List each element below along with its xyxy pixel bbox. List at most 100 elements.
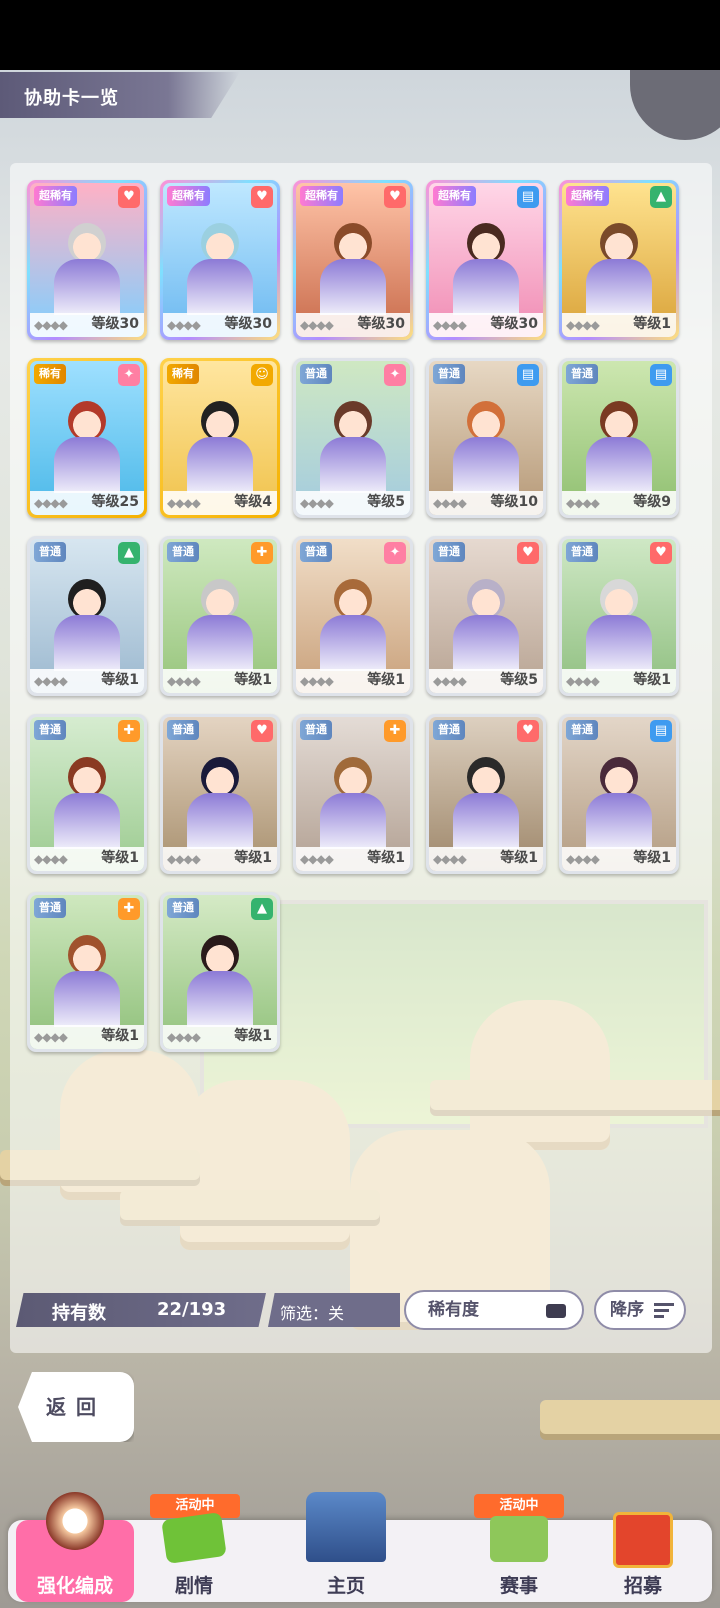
nav-story[interactable]: 活动中 剧情 [138,1494,250,1602]
sort-toggle-icon [546,1304,566,1318]
support-card[interactable]: 普通 ▤ ◆◆◆◆ 等级10 [426,358,546,518]
rarity-badge: 超稀有 [167,186,210,206]
nav-label: 主页 [326,1575,365,1597]
book-icon: ▤ [650,364,672,386]
support-card[interactable]: 普通 ✦ ◆◆◆◆ 等级1 [293,536,413,696]
cap-icon: ▲ [650,186,672,208]
card-level: 等级1 [367,672,405,688]
rarity-sort-button[interactable]: 稀有度 [404,1290,584,1330]
rarity-badge: 普通 [433,542,465,562]
card-level: 等级9 [633,494,671,510]
card-level: 等级5 [367,494,405,510]
book-icon: ▤ [517,364,539,386]
character-outfit [453,615,519,671]
card-level: 等级1 [101,850,139,866]
card-level: 等级10 [490,494,538,510]
character-outfit [54,793,120,849]
card-level: 等级1 [234,850,272,866]
character-portrait [334,223,372,263]
card-level: 等级30 [224,316,272,332]
nav-home[interactable]: 主页 [256,1492,436,1602]
limit-break-gems-icon: ◆◆◆◆ [566,852,600,866]
support-card[interactable]: 稀有 ✦ ◆◆◆◆ 等级25 [27,358,147,518]
nav-enhance[interactable]: 强化编成 [16,1492,134,1602]
support-card[interactable]: 普通 ▲ ◆◆◆◆ 等级1 [160,892,280,1052]
event-badge: 活动中 [150,1494,240,1518]
heart-icon: ♥ [650,542,672,564]
support-card[interactable]: 普通 ✚ ◆◆◆◆ 等级1 [27,714,147,874]
card-level: 等级1 [500,850,538,866]
limit-break-gems-icon: ◆◆◆◆ [34,1030,68,1044]
character-portrait [600,579,638,619]
card-level: 等级1 [367,850,405,866]
card-art: 超稀有 ♥ ◆◆◆◆ 等级30 [30,183,144,337]
limit-break-gems-icon: ◆◆◆◆ [167,852,201,866]
card-art: 普通 ▲ ◆◆◆◆ 等级1 [30,539,144,693]
card-art: 超稀有 ▤ ◆◆◆◆ 等级30 [429,183,543,337]
page-title: 协助卡一览 [24,88,119,109]
nav-label: 剧情 [174,1575,213,1597]
power-icon: ✚ [251,542,273,564]
card-art: 普通 ♥ ◆◆◆◆ 等级1 [562,539,676,693]
support-card[interactable]: 普通 ▤ ◆◆◆◆ 等级1 [559,714,679,874]
support-card[interactable]: 普通 ▲ ◆◆◆◆ 等级1 [27,536,147,696]
card-art: 稀有 ☺ ◆◆◆◆ 等级4 [163,361,277,515]
support-card[interactable]: 普通 ✚ ◆◆◆◆ 等级1 [27,892,147,1052]
rarity-badge: 普通 [34,898,66,918]
rarity-badge: 超稀有 [34,186,77,206]
card-level: 等级1 [234,672,272,688]
friend-icon: ☺ [251,364,273,386]
support-card[interactable]: 超稀有 ♥ ◆◆◆◆ 等级30 [160,180,280,340]
character-outfit [320,793,386,849]
character-portrait [600,401,638,441]
support-card[interactable]: 普通 ♥ ◆◆◆◆ 等级1 [426,714,546,874]
support-card[interactable]: 超稀有 ▲ ◆◆◆◆ 等级1 [559,180,679,340]
character-outfit [586,793,652,849]
support-card[interactable]: 超稀有 ♥ ◆◆◆◆ 等级30 [27,180,147,340]
card-art: 普通 ♥ ◆◆◆◆ 等级1 [163,717,277,871]
rarity-badge: 普通 [300,720,332,740]
support-card[interactable]: 普通 ✦ ◆◆◆◆ 等级5 [293,358,413,518]
character-outfit [586,615,652,671]
support-card[interactable]: 普通 ♥ ◆◆◆◆ 等级5 [426,536,546,696]
limit-break-gems-icon: ◆◆◆◆ [34,318,68,332]
limit-break-gems-icon: ◆◆◆◆ [566,674,600,688]
nav-race[interactable]: 活动中 赛事 [460,1494,578,1602]
recruit-gate-icon [613,1512,673,1568]
support-card[interactable]: 普通 ▤ ◆◆◆◆ 等级9 [559,358,679,518]
power-icon: ✚ [118,720,140,742]
character-outfit [187,437,253,493]
power-icon: ✚ [384,720,406,742]
character-portrait [334,401,372,441]
book-icon: ▤ [517,186,539,208]
rarity-badge: 普通 [300,542,332,562]
back-button[interactable]: 返回 [18,1372,134,1442]
character-outfit [187,259,253,315]
support-card[interactable]: 超稀有 ▤ ◆◆◆◆ 等级30 [426,180,546,340]
card-art: 超稀有 ♥ ◆◆◆◆ 等级30 [163,183,277,337]
rarity-badge: 超稀有 [433,186,476,206]
support-card[interactable]: 普通 ✚ ◆◆◆◆ 等级1 [293,714,413,874]
card-art: 普通 ✚ ◆◆◆◆ 等级1 [30,717,144,871]
order-sort-label: 降序 [610,1300,644,1320]
limit-break-gems-icon: ◆◆◆◆ [566,318,600,332]
card-art: 普通 ✚ ◆◆◆◆ 等级1 [163,539,277,693]
character-portrait [201,223,239,263]
character-portrait [467,757,505,797]
card-level: 等级5 [500,672,538,688]
filter-label[interactable]: 筛选：关 [280,1300,344,1324]
card-art: 稀有 ✦ ◆◆◆◆ 等级25 [30,361,144,515]
book-icon: ▤ [650,720,672,742]
nav-recruit[interactable]: 招募 [584,1512,702,1602]
support-card[interactable]: 普通 ♥ ◆◆◆◆ 等级1 [559,536,679,696]
rarity-badge: 普通 [167,720,199,740]
support-card[interactable]: 超稀有 ♥ ◆◆◆◆ 等级30 [293,180,413,340]
support-card[interactable]: 稀有 ☺ ◆◆◆◆ 等级4 [160,358,280,518]
order-sort-button[interactable]: 降序 [594,1290,686,1330]
character-avatar-icon [46,1492,104,1550]
heart-icon: ♥ [251,186,273,208]
support-card[interactable]: 普通 ✚ ◆◆◆◆ 等级1 [160,536,280,696]
rarity-badge: 普通 [300,364,332,384]
support-card[interactable]: 普通 ♥ ◆◆◆◆ 等级1 [160,714,280,874]
ceiling-lamp [630,70,720,140]
